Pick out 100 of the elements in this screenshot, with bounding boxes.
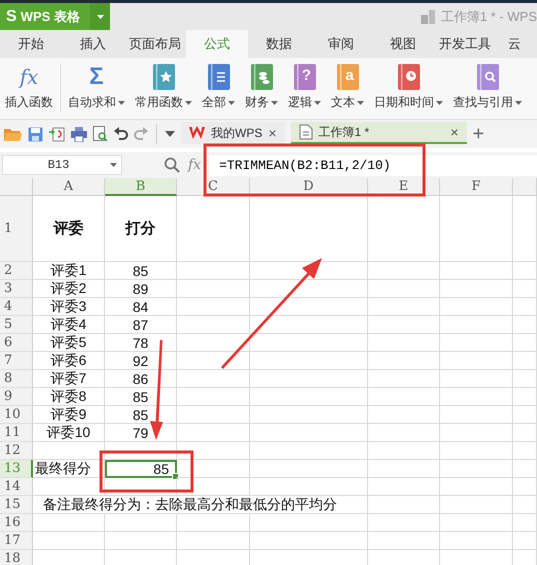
ribbon-button[interactable]: Σ 自动求和 (63, 64, 130, 111)
column-header[interactable]: A (33, 178, 105, 196)
row-header: 10 (0, 406, 33, 424)
row-header: 13 (0, 460, 33, 478)
table-cell (368, 442, 440, 460)
row-header: 1 (0, 196, 33, 262)
print-icon[interactable] (71, 126, 87, 142)
ribbon-button[interactable]: ? 逻辑 (283, 64, 326, 111)
row-header: 14 (0, 478, 33, 496)
zoom-icon[interactable] (164, 157, 180, 173)
caret-icon[interactable] (165, 131, 175, 137)
undo-icon[interactable] (114, 127, 128, 141)
ribbon-button[interactable]: 日期和时间 (369, 64, 448, 111)
caret-icon (96, 14, 104, 18)
ribbon-tab[interactable]: 云 (496, 30, 521, 58)
row-header: 15 (0, 496, 33, 514)
active-cell: 85 (105, 460, 177, 478)
ribbon-tab[interactable]: 视图 (372, 30, 434, 58)
ribbon-button[interactable]: 财务 (240, 64, 283, 111)
new-tab-button[interactable]: + (472, 122, 484, 146)
table-cell (513, 262, 537, 280)
row-header: 3 (0, 280, 33, 298)
table-cell (368, 316, 440, 334)
table-cell: 评委4 (33, 316, 105, 334)
table-cell (513, 532, 537, 550)
ribbon-button[interactable]: 全部 (197, 64, 240, 111)
table-cell: 评委6 (33, 352, 105, 370)
table-cell (368, 298, 440, 316)
row-header: 17 (0, 532, 33, 550)
table-cell (513, 370, 537, 388)
table-cell: 89 (105, 280, 177, 298)
table-cell (513, 478, 537, 496)
table-cell: 最终得分 (33, 460, 105, 478)
table-cell (105, 442, 177, 460)
ribbon-tab[interactable]: 开发工具 (434, 30, 496, 58)
table-cell: 评委8 (33, 388, 105, 406)
redo-icon[interactable] (134, 127, 148, 141)
ribbon-tab[interactable]: 数据 (248, 30, 310, 58)
table-cell (368, 460, 440, 478)
table-cell (513, 334, 537, 352)
document-tab[interactable]: 工作簿1 * × (290, 122, 467, 144)
table-cell: 85 (105, 262, 177, 280)
table-cell: 评委5 (33, 334, 105, 352)
close-icon[interactable]: × (450, 124, 459, 140)
save-icon[interactable] (28, 126, 43, 142)
ribbon-button[interactable]: fx 插入函数 (0, 64, 58, 111)
table-cell (513, 196, 537, 262)
name-box[interactable]: B13 (2, 155, 122, 175)
table-cell (368, 478, 440, 496)
row-header: 5 (0, 316, 33, 334)
table-cell (368, 352, 440, 370)
table-cell: 84 (105, 298, 177, 316)
document-tab[interactable]: 我的WPS × (181, 122, 285, 144)
ribbon-button[interactable]: a 文本 (326, 64, 369, 111)
table-cell (33, 532, 105, 550)
export-icon[interactable] (49, 126, 65, 142)
table-cell (368, 388, 440, 406)
function-icon: fx (20, 64, 38, 90)
table-cell (513, 298, 537, 316)
note-cell: 备注最终得分为：去除最高分和最低分的平均分 (33, 496, 368, 514)
table-cell (513, 388, 537, 406)
row-header: 6 (0, 334, 33, 352)
ribbon-tab[interactable]: 页面布局 (124, 30, 186, 58)
row-header: 16 (0, 514, 33, 532)
row-header: 4 (0, 298, 33, 316)
table-cell (513, 316, 537, 334)
row-header: 7 (0, 352, 33, 370)
column-header[interactable]: F (440, 178, 513, 196)
formula-field[interactable]: =TRIMMEAN(B2:B11,2/10) (209, 154, 537, 176)
table-cell (513, 352, 537, 370)
table-cell (105, 532, 177, 550)
ribbon-tab[interactable]: 审阅 (310, 30, 372, 58)
ribbon-tab[interactable]: 插入 (62, 30, 124, 58)
row-header: 12 (0, 442, 33, 460)
table-cell: 评委10 (33, 424, 105, 442)
row-header: 9 (0, 388, 33, 406)
table-cell (513, 514, 537, 532)
table-cell (33, 514, 105, 532)
print-preview-icon[interactable] (93, 126, 108, 142)
ribbon-button[interactable]: 查找与引用 (448, 64, 527, 111)
table-cell: 评委7 (33, 370, 105, 388)
window-title: 工作簿1 * - WPS (440, 8, 537, 26)
ribbon-button[interactable]: 常用函数 (130, 64, 197, 111)
table-cell (105, 478, 177, 496)
row-header: 8 (0, 370, 33, 388)
row-header: 18 (0, 550, 33, 565)
table-cell (513, 460, 537, 478)
folder-icon[interactable] (4, 126, 22, 142)
table-cell (368, 280, 440, 298)
table-cell (513, 280, 537, 298)
ribbon-tab[interactable]: 公式 (186, 30, 248, 58)
fill-handle[interactable] (172, 473, 179, 480)
ribbon-tab[interactable]: 开始 (0, 30, 62, 58)
table-cell: 评委3 (33, 298, 105, 316)
table-cell (105, 514, 177, 532)
table-cell (513, 496, 537, 514)
row-header: 11 (0, 424, 33, 442)
table-cell (513, 406, 537, 424)
close-icon[interactable]: × (268, 125, 277, 141)
table-cell (513, 424, 537, 442)
